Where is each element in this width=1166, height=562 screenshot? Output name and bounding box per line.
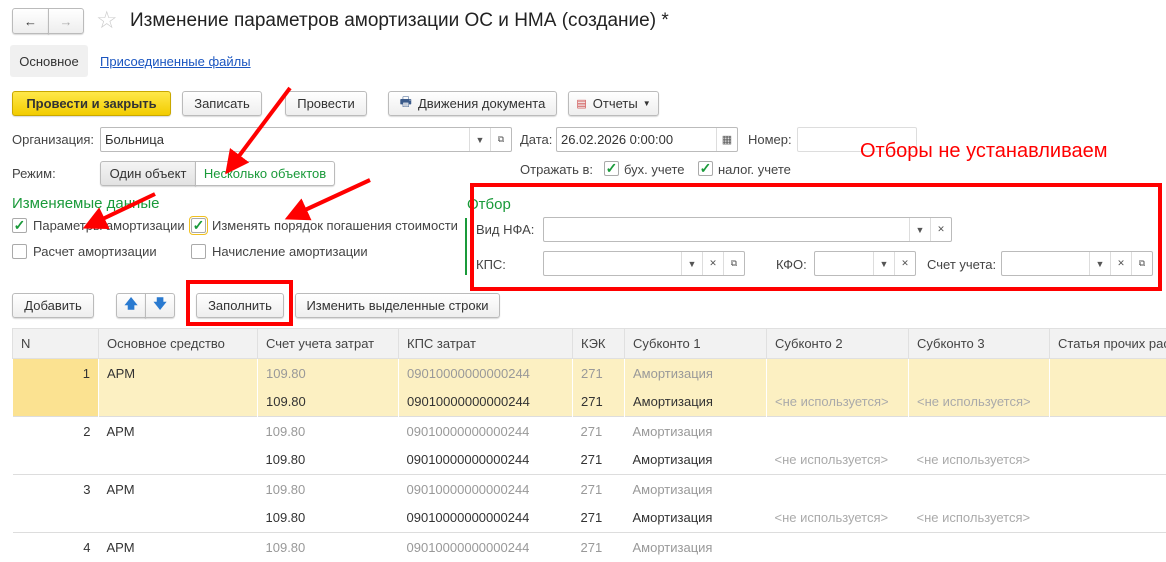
annotation-arrows xyxy=(0,0,1166,549)
arrow-to-params xyxy=(90,194,155,225)
arrow-to-order xyxy=(292,180,370,216)
arrow-to-mode xyxy=(230,88,290,168)
